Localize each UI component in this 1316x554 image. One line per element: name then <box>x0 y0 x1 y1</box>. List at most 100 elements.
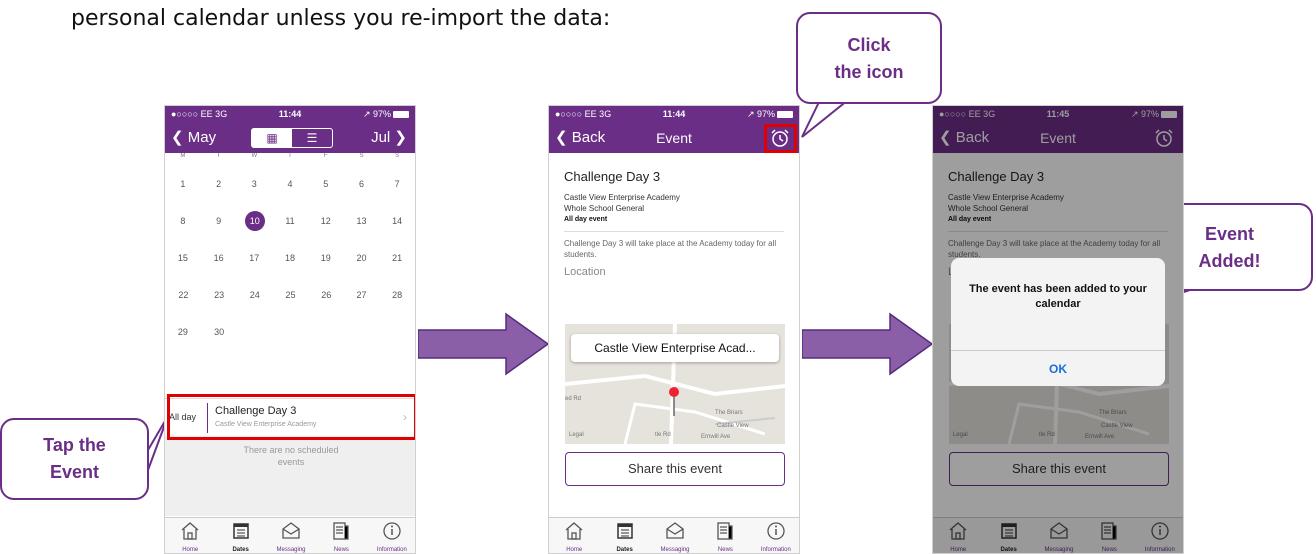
day-cell[interactable]: 23 <box>201 290 237 300</box>
day-cell[interactable]: 25 <box>272 290 308 300</box>
weekday-label: M <box>180 153 186 159</box>
tab-label: News <box>717 547 733 553</box>
view-switcher: ▦ ☰ <box>251 128 333 148</box>
day-number: 18 <box>285 253 296 263</box>
list-view-icon[interactable]: ☰ <box>292 129 332 147</box>
day-cell[interactable]: 16 <box>201 253 237 263</box>
tab-news[interactable]: News <box>316 518 366 553</box>
week-row: 22 23 24 25 26 27 28 <box>165 276 415 313</box>
news-icon <box>717 522 734 540</box>
tab-home[interactable]: Home <box>549 518 599 553</box>
day-number: 15 <box>177 253 188 263</box>
week-row: 15 16 17 18 19 20 21 <box>165 239 415 276</box>
tab-dates[interactable]: Dates <box>599 518 649 553</box>
day-cell[interactable]: 3 <box>236 179 272 189</box>
empty-events-area: There are no scheduled events <box>165 436 415 516</box>
divider <box>564 231 784 232</box>
home-icon <box>181 522 199 540</box>
click-icon-callout: Click the icon <box>796 12 942 104</box>
next-month-button[interactable]: Jul ❯ <box>371 128 407 146</box>
day-cell[interactable]: 26 <box>308 290 344 300</box>
tap-event-callout: Tap the Event <box>0 418 149 500</box>
news-icon <box>333 522 350 540</box>
day-number: 3 <box>251 179 257 189</box>
info-icon <box>767 522 785 540</box>
day-cell[interactable]: 4 <box>272 179 308 189</box>
day-number: 26 <box>321 290 332 300</box>
arrow-icon <box>802 312 934 376</box>
day-cell[interactable]: 28 <box>379 290 415 300</box>
day-cell[interactable]: 13 <box>344 216 380 226</box>
event-description: Challenge Day 3 will take place at the A… <box>564 239 777 259</box>
day-number: 20 <box>356 253 367 263</box>
arrow-icon <box>418 312 550 376</box>
battery: ↗ 97% <box>363 109 409 120</box>
day-cell[interactable]: 19 <box>308 253 344 263</box>
prev-month-button[interactable]: ❮ May <box>171 128 216 146</box>
day-cell[interactable]: 21 <box>379 253 415 263</box>
weekday-header: MTWTFSS <box>165 153 415 165</box>
alert-message: The event has been added to your calenda… <box>969 283 1147 310</box>
map-legal-label: Legal <box>569 432 584 438</box>
tab-messaging[interactable]: Messaging <box>650 518 700 553</box>
map-pin-icon <box>669 387 679 416</box>
day-cell[interactable]: 10 <box>236 211 272 231</box>
day-cell[interactable]: 20 <box>344 253 380 263</box>
day-cell[interactable]: 15 <box>165 253 201 263</box>
day-cell[interactable]: 22 <box>165 290 201 300</box>
event-details: Challenge Day 3 Castle View Enterprise A… <box>549 153 799 278</box>
day-cell[interactable]: 12 <box>308 216 344 226</box>
day-number: 30 <box>214 327 225 337</box>
tab-information[interactable]: Information <box>751 518 799 553</box>
event-added-alert: The event has been added to your calenda… <box>951 258 1165 386</box>
location-map[interactable]: Castle View Enterprise Acad... The Briar… <box>565 324 785 444</box>
day-cell[interactable]: 7 <box>379 179 415 189</box>
day-cell[interactable]: 1 <box>165 179 201 189</box>
day-number: 24 <box>249 290 260 300</box>
calendar-navbar: ❮ May ▦ ☰ Jul ❯ <box>165 123 415 153</box>
day-cell[interactable]: 8 <box>165 216 201 226</box>
map-location-bubble[interactable]: Castle View Enterprise Acad... <box>571 334 779 362</box>
event-category: Whole School General <box>564 204 645 213</box>
day-number: 21 <box>392 253 403 263</box>
ok-button[interactable]: OK <box>951 350 1165 386</box>
day-number: 22 <box>178 290 189 300</box>
tab-information[interactable]: Information <box>367 518 415 553</box>
month-view-icon[interactable]: ▦ <box>252 129 292 147</box>
envelope-icon <box>282 522 300 539</box>
day-number: 11 <box>285 216 295 226</box>
day-cell[interactable]: 30 <box>201 327 237 337</box>
tab-messaging[interactable]: Messaging <box>266 518 316 553</box>
map-label: ed Rd <box>565 396 582 402</box>
day-cell[interactable]: 27 <box>344 290 380 300</box>
day-number: 28 <box>392 290 403 300</box>
day-cell[interactable]: 18 <box>272 253 308 263</box>
day-number: 27 <box>356 290 367 300</box>
day-number: 6 <box>358 179 364 189</box>
day-cell[interactable]: 2 <box>201 179 237 189</box>
envelope-icon <box>666 522 684 539</box>
day-cell[interactable]: 14 <box>379 216 415 226</box>
day-cell[interactable]: 6 <box>344 179 380 189</box>
tab-home[interactable]: Home <box>165 518 215 553</box>
callout-text: Event <box>49 462 100 482</box>
day-number: 10 <box>244 211 265 231</box>
tab-label: Messaging <box>276 547 306 553</box>
day-cell[interactable]: 9 <box>201 216 237 226</box>
tab-label: Home <box>566 547 583 553</box>
day-cell[interactable]: 11 <box>272 216 308 226</box>
day-number: 7 <box>394 179 400 189</box>
day-cell[interactable]: 5 <box>308 179 344 189</box>
highlight-box <box>764 124 797 153</box>
tab-dates[interactable]: Dates <box>215 518 265 553</box>
day-number: 14 <box>392 216 403 226</box>
share-event-button[interactable]: Share this event <box>565 452 785 486</box>
day-cell[interactable]: 17 <box>236 253 272 263</box>
day-cell[interactable]: 24 <box>236 290 272 300</box>
event-organisation: Castle View Enterprise Academy <box>564 193 680 202</box>
tab-news[interactable]: News <box>700 518 750 553</box>
day-cell[interactable]: 29 <box>165 327 201 337</box>
battery-icon <box>393 111 409 119</box>
map-label: tle Rd <box>655 432 671 438</box>
tab-label: News <box>333 547 349 553</box>
